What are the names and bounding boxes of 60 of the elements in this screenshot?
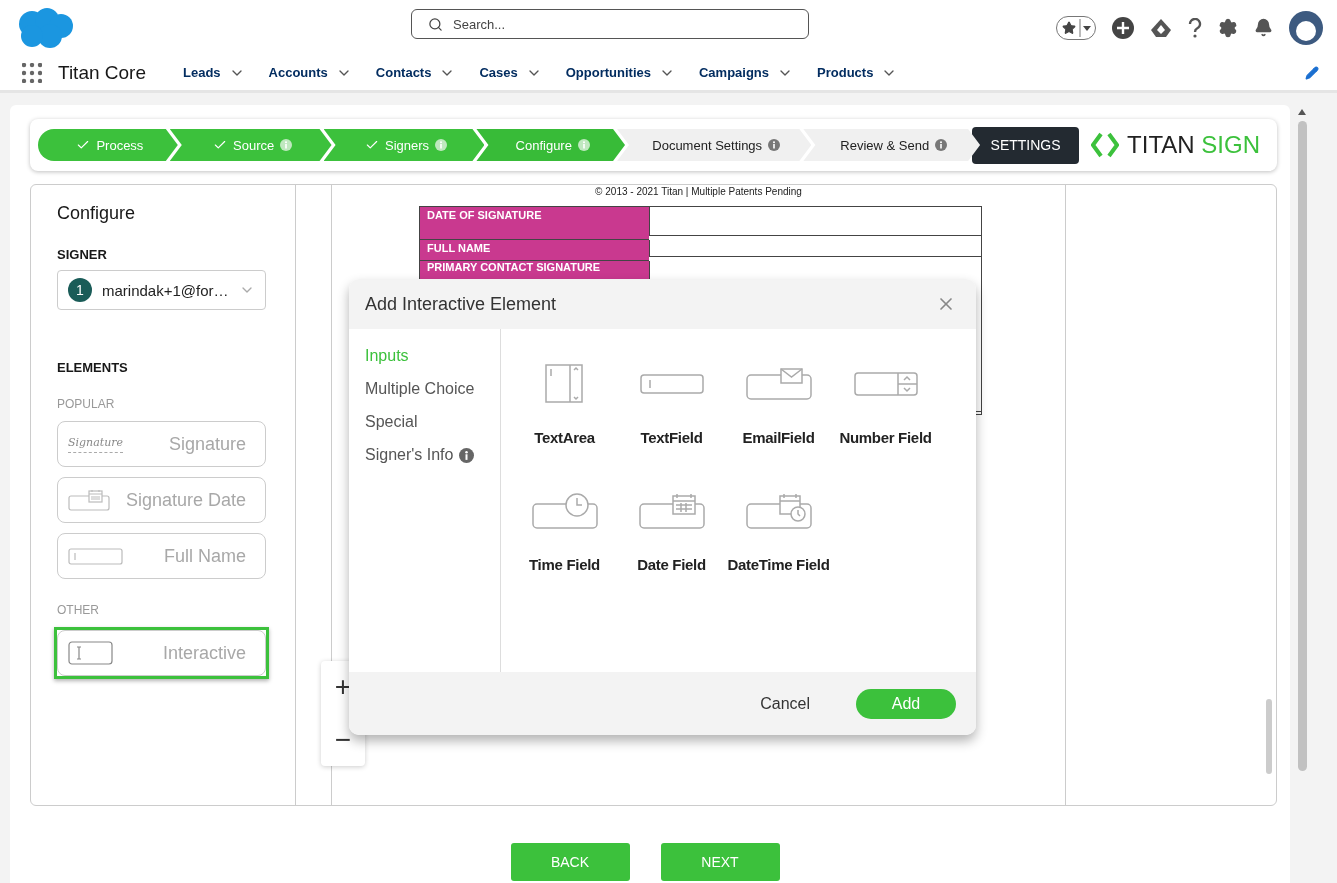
calendar-field-icon [638, 493, 705, 529]
search-field[interactable]: Search... [411, 9, 809, 39]
caret-down-icon [1079, 18, 1093, 37]
add-icon[interactable] [1112, 16, 1134, 39]
section-label: ELEMENTS [57, 360, 129, 375]
zoom-in-button[interactable]: + [334, 673, 352, 702]
check-icon [364, 138, 379, 152]
text-field-icon [68, 547, 123, 565]
category-item[interactable]: Signer's Info [365, 446, 500, 464]
element-item[interactable]: Signature Signature [57, 421, 266, 467]
nav-tab[interactable]: Contacts [375, 64, 456, 81]
avatar[interactable] [1289, 10, 1323, 45]
table-cell: FULL NAME [420, 240, 649, 261]
group-label: POPULAR [57, 397, 116, 411]
nav-tab[interactable]: Accounts [268, 64, 352, 81]
table-cell: DATE OF SIGNATURE [420, 207, 649, 240]
signer-number: 1 [68, 278, 92, 302]
text-area-icon [544, 364, 585, 404]
nav-tab[interactable]: Opportunities [565, 64, 675, 81]
path-step[interactable]: Document Settings [617, 129, 812, 161]
app-name: Titan Core [58, 61, 146, 84]
signer-select[interactable]: 1 marindak+1@for… [57, 270, 266, 310]
scrollbar[interactable] [1266, 699, 1272, 774]
scroll-up-icon[interactable] [1298, 109, 1306, 115]
panel-title: Configure [57, 203, 137, 224]
element-option[interactable]: Time Field [511, 486, 618, 613]
help-icon[interactable] [1188, 17, 1202, 38]
settings-icon[interactable] [1218, 17, 1238, 38]
app-launcher-icon[interactable] [22, 62, 42, 83]
nav-tab[interactable]: Leads [183, 64, 245, 81]
star-icon [1062, 20, 1076, 35]
clock-field-icon [531, 493, 598, 529]
nav-tab[interactable]: Campaigns [698, 64, 794, 81]
nav-tab[interactable]: Products [817, 64, 898, 81]
calendar-field-icon [68, 489, 110, 511]
cancel-button[interactable]: Cancel [754, 693, 816, 714]
section-label: SIGNER [57, 247, 108, 262]
notifications-icon[interactable] [1254, 18, 1273, 37]
element-option[interactable]: Date Field [618, 486, 725, 613]
category-item[interactable]: Special [365, 413, 500, 431]
text-field-icon [639, 373, 704, 395]
element-option[interactable]: DateTime Field [725, 486, 832, 613]
email-field-icon [745, 368, 812, 400]
calendar-clock-field-icon [745, 493, 812, 529]
search-icon [428, 16, 443, 32]
element-option[interactable]: Number Field [832, 359, 939, 486]
copyright-text: © 2013 - 2021 Titan | Multiple Patents Pending [595, 186, 802, 197]
group-label: OTHER [57, 603, 100, 617]
nav-tab[interactable]: Cases [479, 64, 542, 81]
brand-logo: TITAN SIGN [1091, 131, 1260, 159]
zoom-out-button[interactable]: − [334, 725, 352, 754]
path-step[interactable]: Review & Send [803, 129, 981, 161]
check-icon [76, 138, 91, 152]
check-icon [213, 138, 228, 152]
text-field-icon [68, 641, 113, 665]
element-option[interactable]: EmailField [725, 359, 832, 486]
number-field-icon [853, 372, 918, 396]
edit-icon[interactable] [1305, 65, 1319, 80]
settings-button[interactable]: SETTINGS [972, 126, 1080, 164]
trailhead-icon[interactable] [1150, 17, 1172, 38]
